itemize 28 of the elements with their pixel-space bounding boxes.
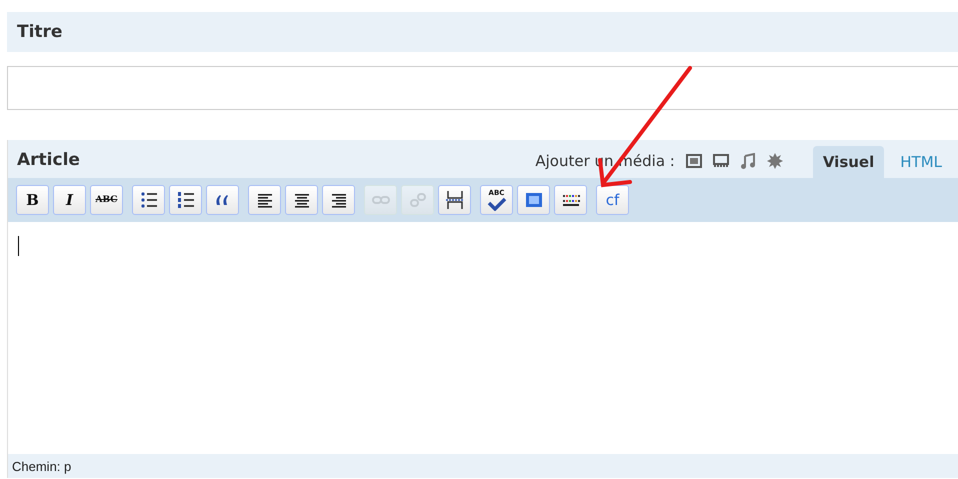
element-path: Chemin: p (12, 458, 72, 474)
editor-tab[interactable]: Visuel (812, 146, 884, 178)
toolbar-button[interactable] (248, 185, 281, 215)
toolbar-button[interactable]: I (53, 185, 86, 215)
toolbar-button[interactable] (554, 185, 587, 215)
title-section-header: Titre (7, 12, 958, 52)
starburst-icon[interactable] (766, 153, 783, 169)
toolbar-button[interactable] (285, 185, 318, 215)
music-note-icon[interactable] (740, 153, 756, 169)
unlink-icon (408, 191, 428, 209)
toolbar-button[interactable] (132, 185, 165, 215)
toolbar-button[interactable] (322, 185, 355, 215)
window-icon (524, 191, 544, 209)
bullet-list-icon (138, 191, 158, 209)
text-cursor (18, 236, 19, 256)
title-input-field[interactable] (7, 66, 958, 110)
toolbar-button[interactable] (438, 185, 471, 215)
toolbar-button[interactable]: ABC (90, 185, 123, 215)
video-icon[interactable] (712, 154, 729, 168)
toolbar-button[interactable] (206, 185, 239, 215)
article-heading: Article (17, 150, 80, 170)
toolbar-button[interactable]: cf (596, 185, 629, 215)
page-break-icon (444, 191, 464, 209)
toolbar-button[interactable] (169, 185, 202, 215)
check-icon (486, 196, 506, 210)
numbered-list-icon (176, 191, 196, 209)
toolbar-button[interactable]: B (16, 185, 49, 215)
image-icon[interactable] (686, 154, 702, 168)
